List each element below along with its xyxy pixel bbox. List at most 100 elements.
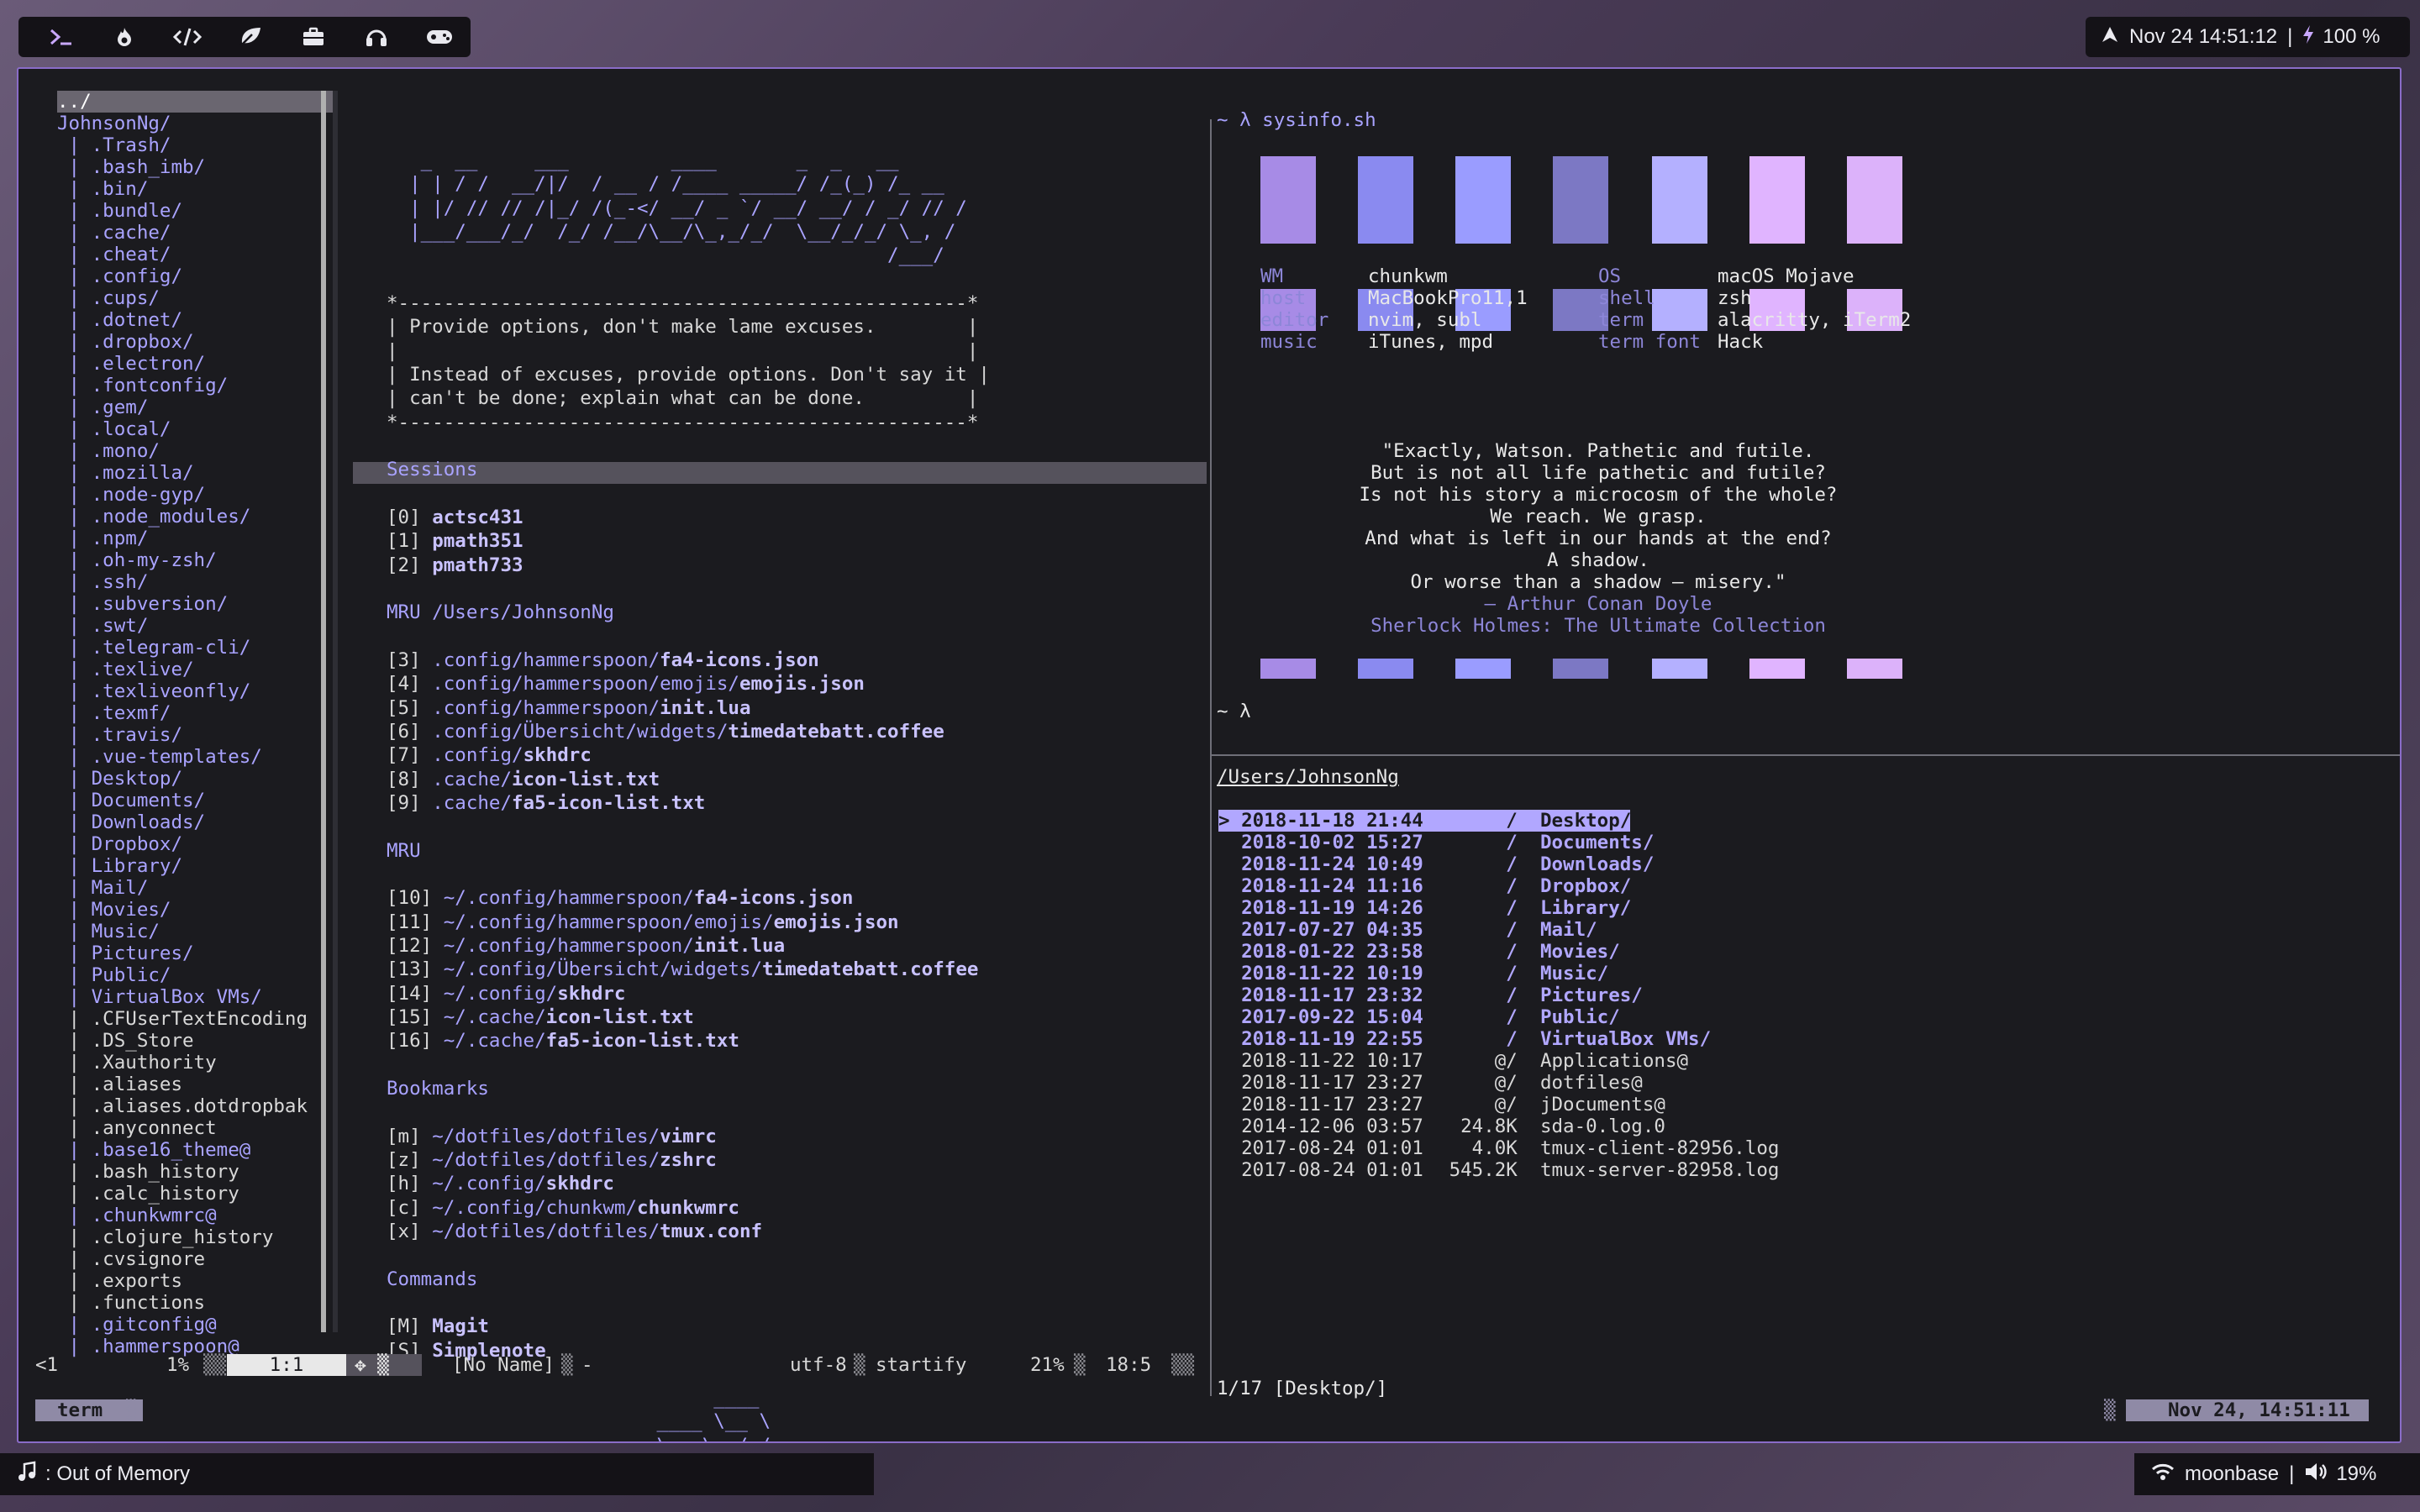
fire-icon[interactable]: [93, 17, 156, 57]
gamepad-icon[interactable]: [408, 17, 471, 57]
file-row[interactable]: 2018-10-02 15:27 / Documents/: [1218, 832, 1654, 853]
tree-item[interactable]: | .anyconnect: [57, 1117, 334, 1139]
headphones-icon[interactable]: [345, 17, 408, 57]
file-row[interactable]: 2017-08-24 01:01 4.0K tmux-client-82956.l…: [1218, 1137, 1779, 1159]
tree-item[interactable]: | .bash_history: [57, 1161, 334, 1183]
file-row[interactable]: 2017-08-24 01:01 545.2K tmux-server-82958…: [1218, 1159, 1779, 1181]
startify-entry[interactable]: [2] pmath733: [387, 554, 523, 576]
startify-entry[interactable]: [7] .config/skhdrc: [387, 744, 592, 766]
tree-item[interactable]: | .cache/: [57, 222, 334, 244]
startify-entry[interactable]: [13] ~/.config/Übersicht/widgets/timedat…: [387, 958, 978, 980]
file-row[interactable]: 2018-11-19 14:26 / Library/: [1218, 897, 1631, 919]
file-row[interactable]: 2018-11-19 22:55 / VirtualBox VMs/: [1218, 1028, 1711, 1050]
tree-item[interactable]: | .local/: [57, 418, 334, 440]
tree-item[interactable]: ../: [57, 91, 333, 113]
tree-item[interactable]: | .dropbox/: [57, 331, 334, 353]
wifi-icon[interactable]: [2151, 1462, 2175, 1487]
tree-item[interactable]: | .dotnet/: [57, 309, 334, 331]
file-row[interactable]: 2017-07-27 04:35 / Mail/: [1218, 919, 1597, 941]
tree-item[interactable]: | .functions: [57, 1292, 334, 1314]
file-row[interactable]: 2018-01-22 23:58 / Movies/: [1218, 941, 1620, 963]
startify-entry[interactable]: [14] ~/.config/skhdrc: [387, 983, 625, 1005]
tree-item[interactable]: | .mozilla/: [57, 462, 334, 484]
tree-item[interactable]: | .DS_Store: [57, 1030, 334, 1052]
startify-entry[interactable]: [6] .config/Übersicht/widgets/timedateba…: [387, 721, 944, 743]
startify-entry[interactable]: [10] ~/.config/hammerspoon/fa4-icons.jso…: [387, 887, 853, 909]
file-row[interactable]: 2018-11-22 10:19 / Music/: [1218, 963, 1608, 984]
startify-entry[interactable]: [15] ~/.cache/icon-list.txt: [387, 1006, 694, 1028]
file-row[interactable]: 2018-11-22 10:17 @/ Applications@: [1218, 1050, 1688, 1072]
startify-entry[interactable]: [8] .cache/icon-list.txt: [387, 769, 660, 790]
file-row[interactable]: 2018-11-24 11:16 / Dropbox/: [1218, 875, 1631, 897]
tree-scrollbar[interactable]: [321, 91, 326, 1332]
tree-item[interactable]: | .bash_imb/: [57, 156, 334, 178]
tree-item[interactable]: | .Trash/: [57, 134, 334, 156]
tree-item[interactable]: | .bin/: [57, 178, 334, 200]
tree-item[interactable]: | Desktop/: [57, 768, 334, 790]
file-row[interactable]: 2014-12-06 03:57 24.8K sda-0.log.0: [1218, 1116, 1665, 1137]
startify-entry[interactable]: [M] Magit: [387, 1315, 489, 1337]
startify-entry[interactable]: [16] ~/.cache/fa5-icon-list.txt: [387, 1030, 739, 1052]
tree-item[interactable]: | .chunkwmrc@: [57, 1205, 334, 1226]
startify-entry[interactable]: [11] ~/.config/hammerspoon/emojis/emojis…: [387, 911, 899, 933]
tree-item[interactable]: | .swt/: [57, 615, 334, 637]
startify-entry[interactable]: [x] ~/dotfiles/dotfiles/tmux.conf: [387, 1221, 762, 1242]
tree-item[interactable]: | VirtualBox VMs/: [57, 986, 334, 1008]
tree-item[interactable]: | .cups/: [57, 287, 334, 309]
startify-entry[interactable]: [z] ~/dotfiles/dotfiles/zshrc: [387, 1149, 717, 1171]
tree-item[interactable]: | .CFUserTextEncoding: [57, 1008, 334, 1030]
tree-item[interactable]: | .electron/: [57, 353, 334, 375]
tree-item[interactable]: | .mono/: [57, 440, 334, 462]
tree-item[interactable]: | .texlive/: [57, 659, 334, 680]
tree-item[interactable]: | .travis/: [57, 724, 334, 746]
tree-item[interactable]: | .calc_history: [57, 1183, 334, 1205]
tree-item[interactable]: | .cheat/: [57, 244, 334, 265]
startify-entry[interactable]: [9] .cache/fa5-icon-list.txt: [387, 792, 705, 814]
tree-item[interactable]: JohnsonNg/: [57, 113, 334, 134]
startify-entry[interactable]: [m] ~/dotfiles/dotfiles/vimrc: [387, 1126, 717, 1147]
startify-entry[interactable]: [12] ~/.config/hammerspoon/init.lua: [387, 935, 785, 957]
tree-item[interactable]: | .node_modules/: [57, 506, 334, 528]
tree-item[interactable]: | Music/: [57, 921, 334, 942]
startify-entry[interactable]: [4] .config/hammerspoon/emojis/emojis.js…: [387, 673, 865, 695]
tree-item[interactable]: | .Xauthority: [57, 1052, 334, 1074]
volume-icon[interactable]: [2304, 1462, 2328, 1488]
file-row[interactable]: 2018-11-24 10:49 / Downloads/: [1218, 853, 1654, 875]
tree-item[interactable]: | Mail/: [57, 877, 334, 899]
tree-item[interactable]: | .gem/: [57, 396, 334, 418]
tree-item[interactable]: | .fontconfig/: [57, 375, 334, 396]
briefcase-icon[interactable]: [281, 17, 345, 57]
tree-item[interactable]: | .node-gyp/: [57, 484, 334, 506]
tree-item[interactable]: | .base16_theme@: [57, 1139, 334, 1161]
tree-item[interactable]: | Pictures/: [57, 942, 334, 964]
startify-entry[interactable]: [0] actsc431: [387, 507, 523, 528]
startify-entry[interactable]: [h] ~/.config/skhdrc: [387, 1173, 614, 1194]
tree-item[interactable]: | .oh-my-zsh/: [57, 549, 334, 571]
tree-item[interactable]: | .texmf/: [57, 702, 334, 724]
file-row[interactable]: 2018-11-17 23:32 / Pictures/: [1218, 984, 1643, 1006]
tree-item[interactable]: | .exports: [57, 1270, 334, 1292]
startify-entry[interactable]: [1] pmath351: [387, 530, 523, 552]
tree-item[interactable]: | .cvsignore: [57, 1248, 334, 1270]
tree-item[interactable]: | .subversion/: [57, 593, 334, 615]
file-tree[interactable]: ../JohnsonNg/ | .Trash/ | .bash_imb/ | .…: [57, 91, 334, 1357]
file-row[interactable]: > 2018-11-18 21:44/ Desktop/: [1218, 810, 1631, 832]
file-row[interactable]: 2018-11-17 23:27 @/ jDocuments@: [1218, 1094, 1665, 1116]
code-icon[interactable]: [156, 17, 219, 57]
startify-entry[interactable]: [5] .config/hammerspoon/init.lua: [387, 697, 751, 719]
startify-entry[interactable]: [3] .config/hammerspoon/fa4-icons.json: [387, 649, 819, 671]
tree-item[interactable]: | Downloads/: [57, 811, 334, 833]
tree-item[interactable]: | Library/: [57, 855, 334, 877]
tree-item[interactable]: | .texliveonfly/: [57, 680, 334, 702]
tree-item[interactable]: | .aliases.dotdropbak: [57, 1095, 334, 1117]
tree-item[interactable]: | .vue-templates/: [57, 746, 334, 768]
file-row[interactable]: 2018-11-17 23:27 @/ dotfiles@: [1218, 1072, 1643, 1094]
tree-item[interactable]: | Movies/: [57, 899, 334, 921]
tree-item[interactable]: | .telegram-cli/: [57, 637, 334, 659]
terminal-icon[interactable]: [30, 17, 93, 57]
leaf-icon[interactable]: [219, 17, 282, 57]
terminal-window[interactable]: ../JohnsonNg/ | .Trash/ | .bash_imb/ | .…: [17, 67, 2402, 1443]
tree-item[interactable]: | Dropbox/: [57, 833, 334, 855]
tree-item[interactable]: | .clojure_history: [57, 1226, 334, 1248]
tree-item[interactable]: | .aliases: [57, 1074, 334, 1095]
